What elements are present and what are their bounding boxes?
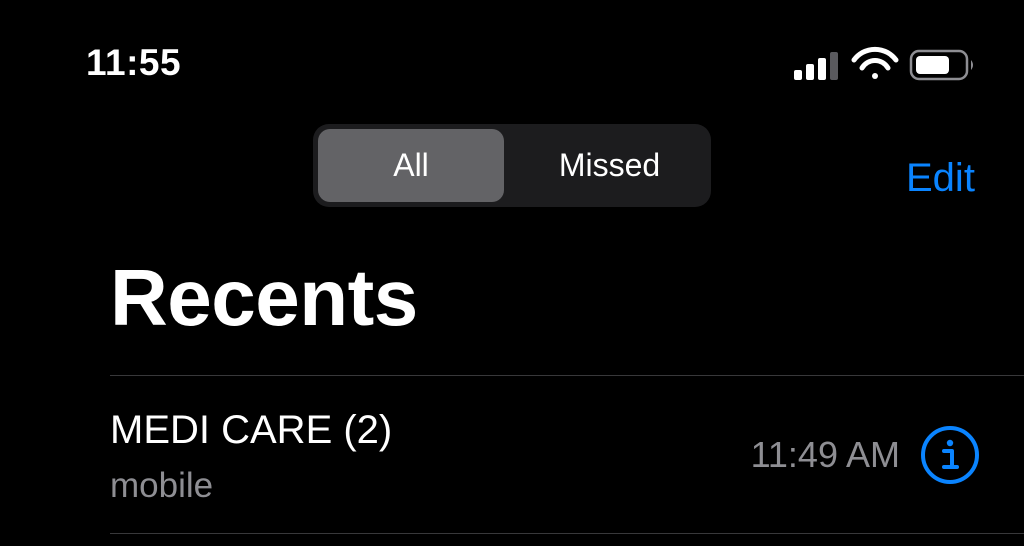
divider — [110, 375, 1024, 376]
status-icons — [792, 46, 982, 86]
segment-missed[interactable]: Missed — [513, 129, 706, 202]
segment-all[interactable]: All — [318, 129, 504, 202]
cellular-signal-icon — [794, 52, 838, 80]
wifi-icon — [851, 46, 899, 79]
page-title: Recents — [110, 253, 418, 342]
status-time: 11:55 — [86, 42, 182, 83]
battery-icon — [909, 49, 973, 81]
caller-name: MEDI CARE (2) — [110, 408, 393, 452]
call-type-label: mobile — [110, 466, 214, 505]
call-time: 11:49 AM — [750, 434, 900, 475]
info-icon[interactable] — [920, 425, 980, 485]
divider — [110, 533, 1024, 534]
call-filter-segmented-control: All Missed — [313, 124, 711, 207]
edit-button[interactable]: Edit — [906, 158, 975, 198]
